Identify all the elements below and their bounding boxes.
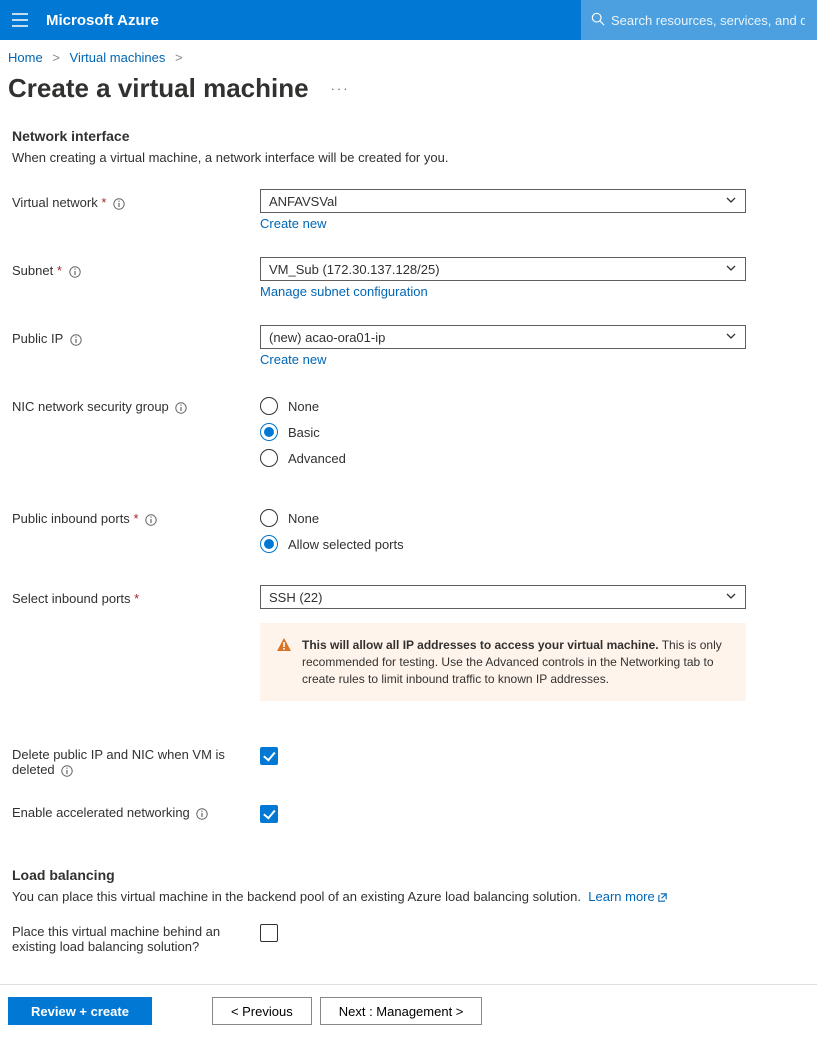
chevron-right-icon: > bbox=[169, 50, 189, 65]
subnet-manage-link[interactable]: Manage subnet configuration bbox=[260, 284, 428, 299]
previous-button[interactable]: < Previous bbox=[212, 997, 312, 1025]
subnet-value: VM_Sub (172.30.137.128/25) bbox=[269, 262, 440, 277]
vnet-value: ANFAVSVal bbox=[269, 194, 337, 209]
breadcrumb-home[interactable]: Home bbox=[8, 50, 43, 65]
brand-title: Microsoft Azure bbox=[40, 12, 159, 29]
subnet-select[interactable]: VM_Sub (172.30.137.128/25) bbox=[260, 257, 746, 281]
top-bar: Microsoft Azure bbox=[0, 0, 817, 40]
section-heading-lb: Load balancing bbox=[12, 867, 805, 883]
info-icon[interactable] bbox=[70, 334, 82, 346]
public-ip-select[interactable]: (new) acao-ora01-ip bbox=[260, 325, 746, 349]
page-title: Create a virtual machine bbox=[8, 73, 309, 104]
accel-net-checkbox[interactable] bbox=[260, 805, 278, 823]
inbound-option-none: None bbox=[288, 511, 319, 526]
lb-learn-more-link[interactable]: Learn more bbox=[588, 889, 667, 904]
review-create-button[interactable]: Review + create bbox=[8, 997, 152, 1025]
nsg-option-none: None bbox=[288, 399, 319, 414]
public-ip-value: (new) acao-ora01-ip bbox=[269, 330, 385, 345]
search-icon bbox=[591, 12, 605, 29]
label-accel-net: Enable accelerated networking bbox=[12, 805, 190, 820]
info-icon[interactable] bbox=[113, 198, 125, 210]
info-icon[interactable] bbox=[145, 514, 157, 526]
chevron-right-icon: > bbox=[46, 50, 66, 65]
chevron-down-icon bbox=[725, 194, 737, 209]
warning-bold: This will allow all IP addresses to acce… bbox=[302, 638, 659, 652]
next-button[interactable]: Next : Management > bbox=[320, 997, 483, 1025]
vnet-select[interactable]: ANFAVSVal bbox=[260, 189, 746, 213]
wizard-footer: Review + create < Previous Next : Manage… bbox=[0, 984, 817, 1037]
select-inbound-ports-select[interactable]: SSH (22) bbox=[260, 585, 746, 609]
section-desc-lb: You can place this virtual machine in th… bbox=[12, 889, 581, 904]
info-icon[interactable] bbox=[196, 808, 208, 820]
info-icon[interactable] bbox=[69, 266, 81, 278]
nsg-radio-advanced[interactable]: Advanced bbox=[260, 445, 746, 471]
nsg-radio-none[interactable]: None bbox=[260, 393, 746, 419]
delete-ip-nic-checkbox[interactable] bbox=[260, 747, 278, 765]
menu-icon[interactable] bbox=[0, 0, 40, 40]
label-delete-ip-nic: Delete public IP and NIC when VM is dele… bbox=[12, 747, 225, 777]
label-inbound-ports: Public inbound ports bbox=[12, 511, 130, 526]
breadcrumb: Home > Virtual machines > bbox=[0, 40, 817, 73]
nsg-option-basic: Basic bbox=[288, 425, 320, 440]
external-link-icon bbox=[657, 892, 668, 903]
label-select-inbound: Select inbound ports bbox=[12, 591, 131, 606]
label-nsg: NIC network security group bbox=[12, 399, 169, 414]
label-subnet: Subnet bbox=[12, 263, 53, 278]
public-ip-create-new-link[interactable]: Create new bbox=[260, 352, 326, 367]
info-icon[interactable] bbox=[175, 402, 187, 414]
chevron-down-icon bbox=[725, 262, 737, 277]
vnet-create-new-link[interactable]: Create new bbox=[260, 216, 326, 231]
chevron-down-icon bbox=[725, 330, 737, 345]
label-public-ip: Public IP bbox=[12, 331, 63, 346]
global-search[interactable] bbox=[581, 0, 817, 40]
chevron-down-icon bbox=[725, 590, 737, 605]
label-vnet: Virtual network bbox=[12, 195, 98, 210]
info-icon[interactable] bbox=[61, 765, 73, 777]
warning-icon bbox=[276, 637, 292, 687]
section-heading-network: Network interface bbox=[12, 128, 805, 144]
inbound-ports-warning: This will allow all IP addresses to acce… bbox=[260, 623, 746, 701]
label-place-behind-lb: Place this virtual machine behind an exi… bbox=[12, 924, 220, 954]
nsg-radio-basic[interactable]: Basic bbox=[260, 419, 746, 445]
more-icon[interactable]: ··· bbox=[309, 81, 350, 96]
select-inbound-value: SSH (22) bbox=[269, 590, 322, 605]
inbound-option-allow: Allow selected ports bbox=[288, 537, 404, 552]
search-input[interactable] bbox=[605, 12, 807, 29]
breadcrumb-vms[interactable]: Virtual machines bbox=[70, 50, 166, 65]
section-desc-network: When creating a virtual machine, a netwo… bbox=[12, 150, 805, 165]
nsg-option-advanced: Advanced bbox=[288, 451, 346, 466]
inbound-radio-none[interactable]: None bbox=[260, 505, 746, 531]
inbound-radio-allow[interactable]: Allow selected ports bbox=[260, 531, 746, 557]
